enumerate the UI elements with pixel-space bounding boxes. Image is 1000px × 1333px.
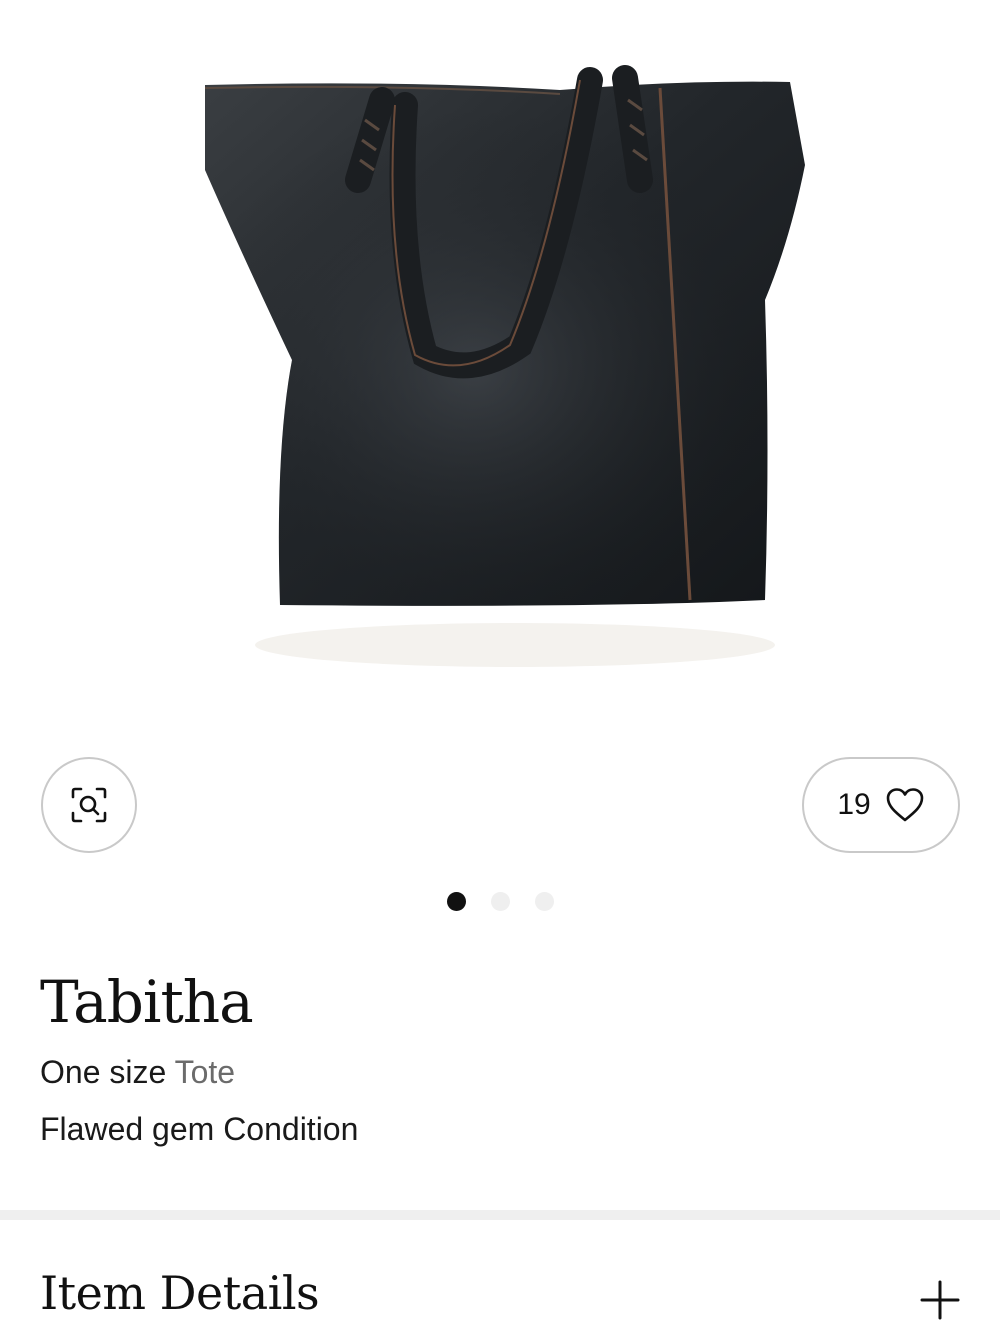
product-condition: Flawed gem Condition [40,1111,359,1147]
plus-icon[interactable] [918,1278,962,1322]
product-size: One size [40,1054,167,1090]
image-search-button[interactable] [41,757,137,853]
item-details-heading[interactable]: Item Details [40,1266,320,1320]
product-size-category: One size Tote [40,1054,235,1091]
section-divider [0,1210,1000,1220]
tote-bag-illustration [204,65,805,667]
carousel-dot[interactable] [534,892,554,911]
carousel-dot-active[interactable] [446,892,466,911]
favorite-button[interactable]: 19 [802,757,960,853]
heart-icon [886,788,923,822]
product-image[interactable] [0,0,1000,720]
favorite-count: 19 [837,788,871,821]
product-brand: Tabitha [40,968,254,1036]
product-category: Tote [174,1054,236,1090]
carousel-indicator [0,892,1000,912]
image-search-icon [71,787,107,823]
carousel-dot[interactable] [490,892,510,911]
